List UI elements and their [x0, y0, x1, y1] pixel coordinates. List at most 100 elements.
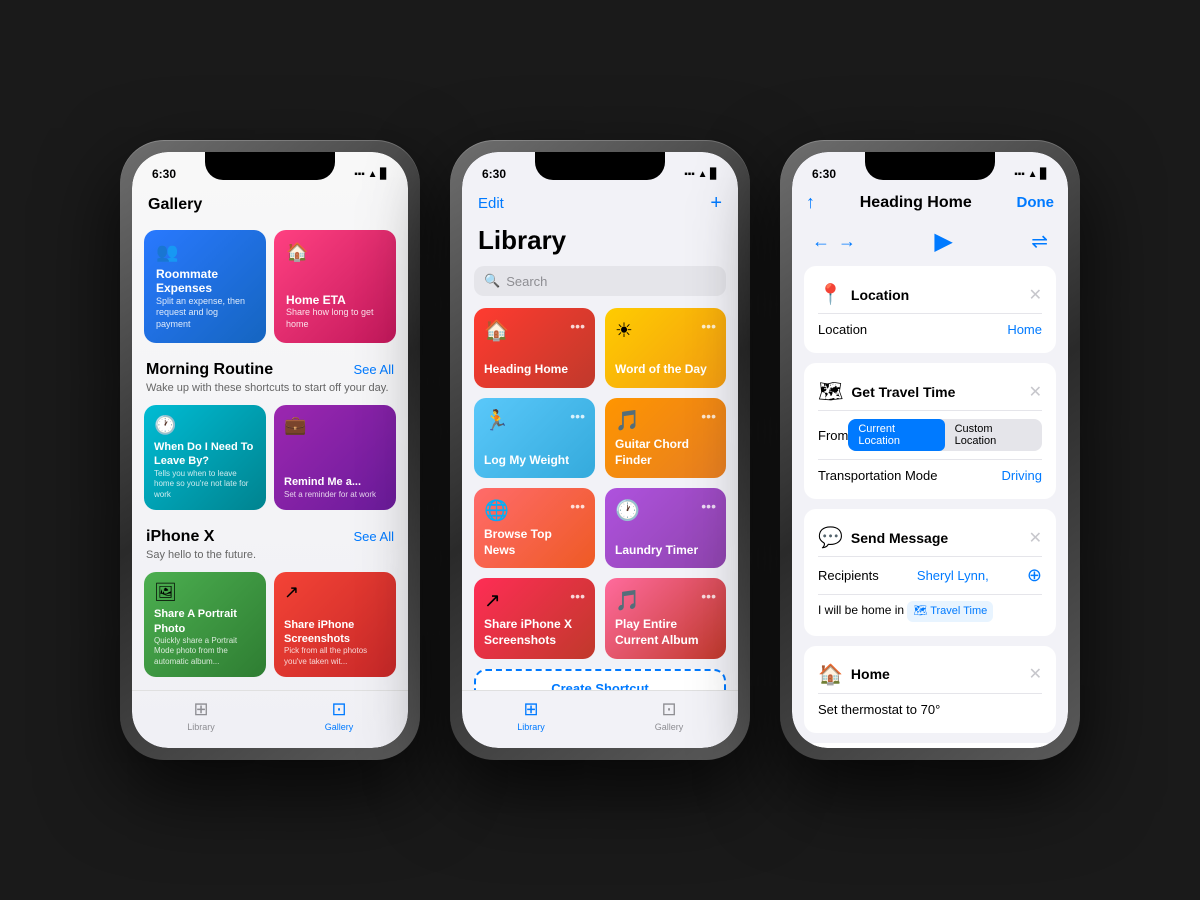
add-btn[interactable]: +	[710, 192, 722, 215]
screenshots2-dots[interactable]: •••	[570, 588, 585, 617]
grid-top-news[interactable]: 🌐 ••• Browse Top News	[474, 488, 595, 568]
tab-gallery-2[interactable]: ⊡ Gallery	[600, 699, 738, 732]
featured-card-home-eta[interactable]: 🏠 Home ETA Share how long to get home	[274, 230, 396, 343]
tab-library-2[interactable]: ⊞ Library	[462, 699, 600, 732]
message-card-title: Send Message	[851, 530, 948, 546]
top-news-dots[interactable]: •••	[570, 498, 585, 527]
album-dots[interactable]: •••	[701, 588, 716, 617]
library-content[interactable]: 🏠 ••• Heading Home ☀ ••• Word of the Day	[462, 308, 738, 690]
morning-see-all[interactable]: See All	[354, 362, 394, 377]
portrait-icon: 🖼	[154, 582, 256, 603]
tab-gallery-1[interactable]: ⊡ Gallery	[270, 699, 408, 732]
status-icons-1: ▪▪▪ ▲ ▊	[354, 169, 388, 180]
message-card-icon: 💬	[818, 525, 843, 550]
create-shortcut-label: Create Shortcut	[551, 681, 649, 690]
detail-content[interactable]: 📍 Location ✕ Location Home	[792, 266, 1068, 748]
travel-card-title: Get Travel Time	[851, 384, 955, 400]
message-x-btn[interactable]: ✕	[1029, 528, 1042, 548]
tab-library-label-2: Library	[517, 722, 545, 732]
notch-3	[865, 152, 995, 180]
home-card: 🏠 Home ✕ Set thermostat to 70°	[804, 646, 1056, 733]
log-weight-icon: 🏃	[484, 408, 509, 433]
location-seg[interactable]: Current Location Custom Location	[848, 419, 1042, 451]
recipients-row: Recipients Sheryl Lynn, ⊕	[818, 559, 1042, 592]
tab-library-label-1: Library	[187, 722, 215, 732]
gallery-tab-icon-2: ⊡	[661, 699, 676, 720]
iphonex-see-all[interactable]: See All	[354, 529, 394, 544]
tab-library-1[interactable]: ⊞ Library	[132, 699, 270, 732]
play-row: ← → ▶ ⇌	[792, 221, 1068, 266]
tab-bar-2: ⊞ Library ⊡ Gallery	[462, 690, 738, 748]
status-icons-3: ▪▪▪ ▲ ▊	[1014, 169, 1048, 180]
travel-x-btn[interactable]: ✕	[1029, 382, 1042, 402]
grid-current-album[interactable]: 🎵 ••• Play Entire Current Album	[605, 578, 726, 658]
from-row: From Current Location Custom Location	[818, 413, 1042, 457]
laundry-dots[interactable]: •••	[701, 498, 716, 527]
roommate-icon: 👥	[156, 242, 254, 263]
forward-icon[interactable]: →	[838, 231, 856, 252]
create-shortcut-cell[interactable]: Create Shortcut +	[474, 669, 726, 690]
word-day-dots[interactable]: •••	[701, 318, 716, 347]
gallery-tab-icon-1: ⊡	[331, 699, 346, 720]
word-day-icon: ☀	[615, 318, 633, 343]
location-card-title: Location	[851, 287, 909, 303]
phone-detail: 6:30 ▪▪▪ ▲ ▊ ↑ Heading Home Done ← → ▶ ⇌	[780, 140, 1080, 760]
custom-loc-btn[interactable]: Custom Location	[945, 419, 1042, 451]
morning-cards: 🕐 When Do I Need To Leave By? Tells you …	[132, 405, 408, 524]
featured-card-roommate[interactable]: 👥 Roommate Expenses Split an expense, th…	[144, 230, 266, 343]
play-btn[interactable]: ▶	[934, 227, 952, 256]
recipient-tag[interactable]: Sheryl Lynn,	[917, 568, 989, 583]
send-message-card: 💬 Send Message ✕ Recipients Sheryl Lynn,…	[804, 509, 1056, 636]
library-nav: Edit +	[462, 188, 738, 221]
morning-desc: Wake up with these shortcuts to start of…	[132, 381, 408, 405]
gallery-content[interactable]: 👥 Roommate Expenses Split an expense, th…	[132, 230, 408, 690]
tab-bar-1: ⊞ Library ⊡ Gallery	[132, 690, 408, 748]
library-search[interactable]: 🔍 Search	[474, 266, 726, 296]
screenshots-card[interactable]: ↗ Share iPhone Screenshots Pick from all…	[274, 572, 396, 677]
edit-btn[interactable]: Edit	[478, 195, 504, 212]
home-eta-icon: 🏠	[286, 242, 384, 263]
leave-title: When Do I Need To Leave By?	[154, 440, 256, 469]
grid-laundry[interactable]: 🕐 ••• Laundry Timer	[605, 488, 726, 568]
nav-icons: ← →	[812, 231, 856, 252]
location-row: Location Home	[818, 316, 1042, 343]
iphonex-cards: 🖼 Share A Portrait Photo Quickly share a…	[132, 572, 408, 690]
heading-home-icon: 🏠	[484, 318, 509, 343]
roommate-subtitle: Split an expense, then request and log p…	[156, 296, 254, 331]
home-card-icon: 🏠	[818, 662, 843, 687]
done-btn[interactable]: Done	[1017, 194, 1055, 211]
transport-value[interactable]: Driving	[1002, 468, 1042, 483]
search-card[interactable]: 🔍 Search	[804, 743, 1056, 749]
grid-word-day[interactable]: ☀ ••• Word of the Day	[605, 308, 726, 388]
guitar-dots[interactable]: •••	[701, 408, 716, 437]
grid-guitar[interactable]: 🎵 ••• Guitar Chord Finder	[605, 398, 726, 478]
portrait-desc: Quickly share a Portrait Mode photo from…	[154, 636, 256, 667]
add-recipient-btn[interactable]: ⊕	[1027, 565, 1042, 586]
search-placeholder: Search	[506, 274, 547, 289]
location-x-btn[interactable]: ✕	[1029, 285, 1042, 305]
travel-time-card: 🗺 Get Travel Time ✕ From Current Locatio…	[804, 363, 1056, 499]
album-icon: 🎵	[615, 588, 640, 613]
shortcut-grid: 🏠 ••• Heading Home ☀ ••• Word of the Day	[462, 308, 738, 690]
back-icon[interactable]: ←	[812, 231, 830, 252]
transport-row: Transportation Mode Driving	[818, 462, 1042, 489]
portrait-card[interactable]: 🖼 Share A Portrait Photo Quickly share a…	[144, 572, 266, 677]
travel-time-tag: 🗺 Travel Time	[907, 601, 993, 622]
log-weight-dots[interactable]: •••	[570, 408, 585, 437]
phone-library: 6:30 ▪▪▪ ▲ ▊ Edit + Library 🔍 Search	[450, 140, 750, 760]
detail-title: Heading Home	[823, 194, 1009, 212]
location-value[interactable]: Home	[1007, 322, 1042, 337]
leave-desc: Tells you when to leave home so you're n…	[154, 469, 256, 500]
grid-screenshots[interactable]: ↗ ••• Share iPhone X Screenshots	[474, 578, 595, 658]
heading-home-dots[interactable]: •••	[570, 318, 585, 347]
grid-log-weight[interactable]: 🏃 ••• Log My Weight	[474, 398, 595, 478]
share-icon[interactable]: ↑	[806, 192, 815, 213]
current-loc-btn[interactable]: Current Location	[848, 419, 944, 451]
grid-heading-home[interactable]: 🏠 ••• Heading Home	[474, 308, 595, 388]
leave-by-card[interactable]: 🕐 When Do I Need To Leave By? Tells you …	[144, 405, 266, 510]
library-tab-icon-2: ⊞	[523, 699, 538, 720]
home-x-btn[interactable]: ✕	[1029, 664, 1042, 684]
remind-card[interactable]: 💼 Remind Me a... Set a reminder for at w…	[274, 405, 396, 510]
settings-btn[interactable]: ⇌	[1031, 229, 1048, 254]
top-news-title: Browse Top News	[484, 527, 585, 558]
